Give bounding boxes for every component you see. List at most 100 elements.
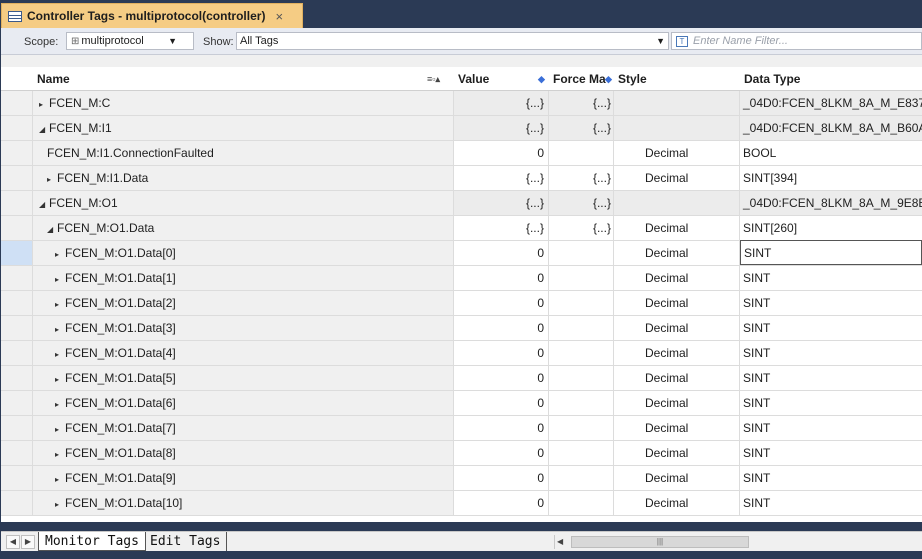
- row-selector[interactable]: [1, 241, 33, 265]
- style-cell[interactable]: [614, 191, 740, 215]
- table-row[interactable]: ▸ FCEN_M:I1.Data {...} {...} Decimal SINT[394…: [1, 166, 922, 191]
- tag-name-cell[interactable]: ▸ FCEN_M:O1.Data[5]: [33, 366, 454, 390]
- data-type-cell[interactable]: SINT: [740, 391, 922, 415]
- horizontal-scrollbar[interactable]: ◀ |||: [554, 535, 922, 549]
- row-selector[interactable]: [1, 266, 33, 290]
- data-type-cell[interactable]: SINT[394]: [740, 166, 922, 190]
- data-type-cell[interactable]: SINT: [740, 266, 922, 290]
- tag-name-cell[interactable]: ◢ FCEN_M:O1.Data: [33, 216, 454, 240]
- column-chooser-icon[interactable]: ≡▫▴: [427, 67, 440, 91]
- style-cell[interactable]: Decimal: [614, 141, 740, 165]
- force-mask-cell[interactable]: [549, 316, 614, 340]
- force-mask-cell[interactable]: [549, 141, 614, 165]
- tag-name-cell[interactable]: ▸ FCEN_M:O1.Data[1]: [33, 266, 454, 290]
- force-mask-cell[interactable]: [549, 366, 614, 390]
- row-selector[interactable]: [1, 116, 33, 140]
- scroll-left-arrow-icon[interactable]: ◀: [557, 535, 563, 549]
- table-row[interactable]: ◢ FCEN_M:O1 {...} {...} _04D0:FCEN_8LKM_8A_M…: [1, 191, 922, 216]
- tag-name-cell[interactable]: ▸ FCEN_M:O1.Data[9]: [33, 466, 454, 490]
- row-selector[interactable]: [1, 141, 33, 165]
- force-mask-cell[interactable]: {...}: [549, 116, 614, 140]
- expand-icon[interactable]: ▸: [55, 468, 61, 490]
- row-selector[interactable]: [1, 341, 33, 365]
- table-row[interactable]: ▸ FCEN_M:O1.Data[4] 0 Decimal SINT: [1, 341, 922, 366]
- data-type-cell[interactable]: SINT: [740, 366, 922, 390]
- style-cell[interactable]: [614, 116, 740, 140]
- row-selector[interactable]: [1, 191, 33, 215]
- value-cell[interactable]: 0: [454, 291, 549, 315]
- style-cell[interactable]: Decimal: [614, 266, 740, 290]
- row-selector[interactable]: [1, 441, 33, 465]
- tab-monitor-tags[interactable]: Monitor Tags: [38, 532, 146, 551]
- table-row[interactable]: ▸ FCEN_M:C {...} {...} _04D0:FCEN_8LKM_8A_M_…: [1, 91, 922, 116]
- table-row[interactable]: ◢ FCEN_M:O1.Data {...} {...} Decimal SINT[260…: [1, 216, 922, 241]
- row-selector[interactable]: [1, 491, 33, 515]
- expand-icon[interactable]: ▸: [55, 343, 61, 365]
- tag-name-cell[interactable]: ▸ FCEN_M:O1.Data[7]: [33, 416, 454, 440]
- column-header-force-mask[interactable]: Force Ma: [549, 67, 606, 91]
- expand-icon[interactable]: ▸: [55, 293, 61, 315]
- data-type-cell[interactable]: SINT: [740, 291, 922, 315]
- value-cell[interactable]: {...}: [454, 91, 549, 115]
- value-cell[interactable]: {...}: [454, 216, 549, 240]
- force-mask-cell[interactable]: [549, 291, 614, 315]
- value-cell[interactable]: {...}: [454, 116, 549, 140]
- value-cell[interactable]: 0: [454, 391, 549, 415]
- value-cell[interactable]: 0: [454, 441, 549, 465]
- force-mask-cell[interactable]: {...}: [549, 166, 614, 190]
- style-cell[interactable]: Decimal: [614, 216, 740, 240]
- expand-icon[interactable]: ▸: [55, 493, 61, 515]
- table-row[interactable]: ▸ FCEN_M:O1.Data[3] 0 Decimal SINT: [1, 316, 922, 341]
- expand-icon[interactable]: ▸: [55, 393, 61, 415]
- tag-name-cell[interactable]: ▸ FCEN_M:C: [33, 91, 454, 115]
- collapse-icon[interactable]: ◢: [39, 118, 45, 140]
- value-cell[interactable]: 0: [454, 491, 549, 515]
- expand-icon[interactable]: ▸: [39, 93, 45, 115]
- force-mask-cell[interactable]: {...}: [549, 216, 614, 240]
- force-mask-cell[interactable]: [549, 241, 614, 265]
- expand-icon[interactable]: ▸: [47, 168, 53, 190]
- expand-icon[interactable]: ▸: [55, 243, 61, 265]
- style-cell[interactable]: Decimal: [614, 166, 740, 190]
- table-row[interactable]: ▸ FCEN_M:O1.Data[9] 0 Decimal SINT: [1, 466, 922, 491]
- expand-icon[interactable]: ▸: [55, 368, 61, 390]
- collapse-icon[interactable]: ◢: [39, 193, 45, 215]
- scroll-left-icon[interactable]: ◀: [6, 535, 20, 549]
- row-selector[interactable]: [1, 291, 33, 315]
- tag-name-cell[interactable]: ◢ FCEN_M:O1: [33, 191, 454, 215]
- table-row[interactable]: ▸ FCEN_M:O1.Data[10] 0 Decimal SINT: [1, 491, 922, 516]
- tag-name-cell[interactable]: ▸ FCEN_M:O1.Data[10]: [33, 491, 454, 515]
- table-row[interactable]: ▸ FCEN_M:O1.Data[5] 0 Decimal SINT: [1, 366, 922, 391]
- tag-name-cell[interactable]: ▸ FCEN_M:I1.Data: [33, 166, 454, 190]
- style-cell[interactable]: [614, 91, 740, 115]
- table-row[interactable]: FCEN_M:I1.ConnectionFaulted 0 Decimal BOOL: [1, 141, 922, 166]
- data-type-cell[interactable]: SINT: [740, 466, 922, 490]
- value-cell[interactable]: 0: [454, 141, 549, 165]
- data-type-cell[interactable]: SINT: [740, 240, 922, 265]
- style-cell[interactable]: Decimal: [614, 416, 740, 440]
- column-header-style[interactable]: Style: [614, 67, 647, 91]
- close-icon[interactable]: ×: [275, 9, 283, 24]
- tag-name-cell[interactable]: FCEN_M:I1.ConnectionFaulted: [33, 141, 454, 165]
- value-cell[interactable]: 0: [454, 366, 549, 390]
- collapse-icon[interactable]: ◢: [47, 218, 53, 240]
- value-cell[interactable]: 0: [454, 266, 549, 290]
- scrollbar-thumb[interactable]: |||: [571, 536, 749, 548]
- force-mask-cell[interactable]: [549, 416, 614, 440]
- style-cell[interactable]: Decimal: [614, 441, 740, 465]
- style-cell[interactable]: Decimal: [614, 466, 740, 490]
- force-mask-cell[interactable]: [549, 341, 614, 365]
- show-dropdown[interactable]: All Tags ▼: [236, 32, 669, 50]
- row-selector[interactable]: [1, 216, 33, 240]
- data-type-cell[interactable]: SINT: [740, 441, 922, 465]
- row-selector[interactable]: [1, 91, 33, 115]
- data-type-cell[interactable]: _04D0:FCEN_8LKM_8A_M_B60A.: [740, 116, 922, 140]
- force-mask-cell[interactable]: [549, 391, 614, 415]
- data-type-cell[interactable]: SINT: [740, 341, 922, 365]
- tag-name-cell[interactable]: ▸ FCEN_M:O1.Data[3]: [33, 316, 454, 340]
- expand-icon[interactable]: ▸: [55, 318, 61, 340]
- row-selector[interactable]: [1, 366, 33, 390]
- value-cell[interactable]: {...}: [454, 166, 549, 190]
- data-type-cell[interactable]: SINT: [740, 316, 922, 340]
- tag-name-cell[interactable]: ▸ FCEN_M:O1.Data[8]: [33, 441, 454, 465]
